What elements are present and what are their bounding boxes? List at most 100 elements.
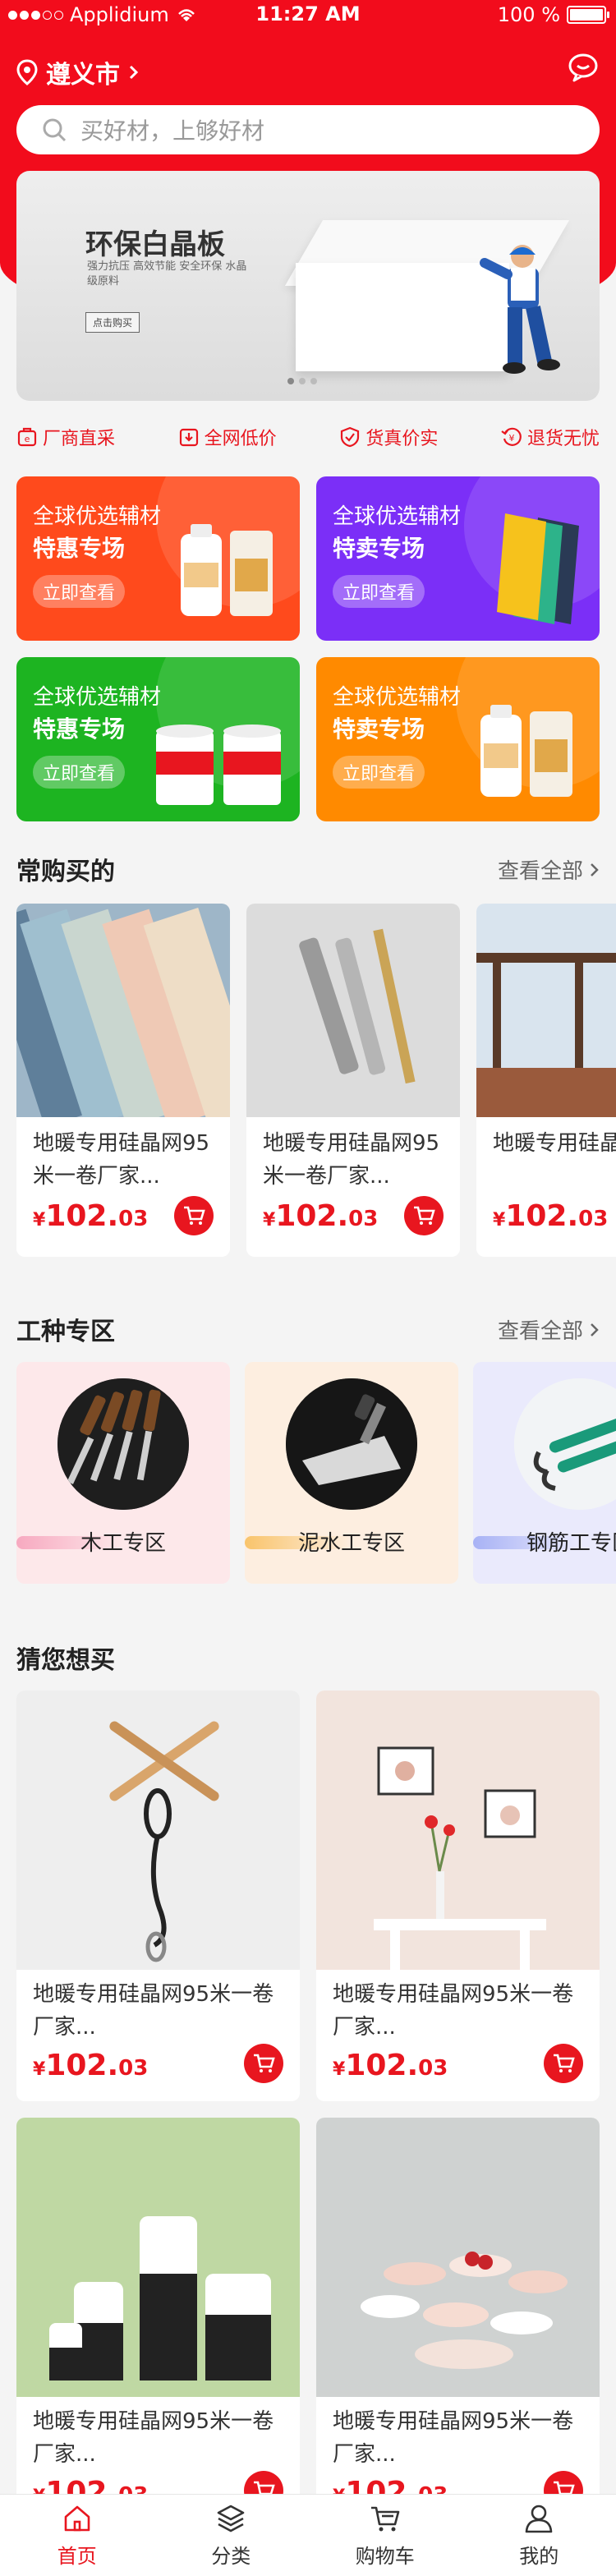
trade-label: 木工专区 xyxy=(80,1531,166,1556)
product-buckets-image xyxy=(156,724,281,805)
svg-text:¥: ¥ xyxy=(508,433,514,444)
product-bottle-image xyxy=(181,524,273,616)
feature-label: 全网低价 xyxy=(204,429,277,449)
product-price: ¥102.03 xyxy=(33,1199,149,1233)
refund-icon: ¥ xyxy=(501,427,522,446)
section-title-trades: 工种专区 xyxy=(16,1318,115,1346)
promo-subtitle: 特惠专场 xyxy=(33,715,126,743)
cart-icon xyxy=(554,2054,575,2072)
message-icon[interactable] xyxy=(567,51,600,84)
product-image-anchors xyxy=(246,904,460,1117)
download-price-icon xyxy=(179,428,198,447)
product-name: 地暖专用硅晶网95米一卷厂家... xyxy=(33,1982,274,2040)
product-card[interactable]: 地暖专用硅晶网95米一卷厂家... ¥102.03 xyxy=(16,904,230,1257)
worker-illustration xyxy=(480,245,560,374)
promo-view-button[interactable]: 立即查看 xyxy=(333,575,425,608)
trade-card-mason[interactable]: 泥水工专区 xyxy=(245,1362,458,1584)
promo-title: 全球优选辅材 xyxy=(33,504,162,529)
tab-cart[interactable]: 购物车 xyxy=(308,2495,462,2576)
trade-card-rebar[interactable]: 钢筋工专区 xyxy=(473,1362,616,1584)
cart-icon xyxy=(184,1206,205,1225)
cart-icon xyxy=(254,2054,275,2072)
city-selector[interactable]: 遵义市 xyxy=(16,54,140,90)
tab-home[interactable]: 首页 xyxy=(0,2495,154,2576)
pagination-dot[interactable] xyxy=(287,378,294,384)
tab-categories[interactable]: 分类 xyxy=(154,2495,309,2576)
search-icon xyxy=(43,118,67,142)
promo-subtitle: 特卖专场 xyxy=(333,535,425,562)
search-bar[interactable]: 买好材，上够好材 xyxy=(16,105,600,154)
bottom-tab-bar: 首页 分类 购物车 我的 xyxy=(0,2494,616,2576)
banner-pagination[interactable] xyxy=(287,378,317,384)
promo-view-button[interactable]: 立即查看 xyxy=(33,756,126,789)
banner-buy-button[interactable]: 点击购买 xyxy=(85,312,140,333)
product-panels-image xyxy=(497,513,579,624)
promo-title: 全球优选辅材 xyxy=(333,685,462,710)
trowel-image xyxy=(286,1378,417,1510)
shield-check-icon xyxy=(341,426,360,448)
tab-label: 首页 xyxy=(57,2545,97,2568)
trade-label: 泥水工专区 xyxy=(297,1531,405,1556)
product-card[interactable]: 地暖专用硅晶网95米一卷厂家... ¥102.03 xyxy=(246,904,460,1257)
section-title-frequent: 常购买的 xyxy=(16,858,115,886)
product-card[interactable]: 地暖专用硅晶网95米一卷厂家... ¥102.03 xyxy=(316,2118,600,2528)
features-row: e 厂商直采 全网低价 货真价实 ¥ 退货无忧 xyxy=(16,424,600,450)
product-name: 地暖专用硅晶网95米一卷厂家... xyxy=(263,1131,440,1189)
feature-lowest-price: 全网低价 xyxy=(178,424,277,450)
location-pin-icon xyxy=(16,59,38,85)
view-all-trades[interactable]: 查看全部 xyxy=(498,1314,600,1345)
chevron-right-icon xyxy=(591,862,599,876)
promo-card-2[interactable]: 全球优选辅材 特卖专场 立即查看 xyxy=(316,476,600,641)
promo-subtitle: 特惠专场 xyxy=(33,535,126,562)
product-image-bowls xyxy=(316,2118,600,2397)
add-to-cart-button[interactable] xyxy=(544,2044,583,2083)
product-image-jars xyxy=(16,2118,300,2397)
product-name: 地暖专用硅晶网95米一卷厂家... xyxy=(333,1982,574,2040)
product-price: ¥102.03 xyxy=(263,1199,379,1233)
view-all-label: 查看全部 xyxy=(497,1319,583,1344)
promo-card-3[interactable]: 全球优选辅材 特惠专场 立即查看 xyxy=(16,657,300,821)
feature-factory-direct: e 厂商直采 xyxy=(16,424,115,450)
promo-card-4[interactable]: 全球优选辅材 特卖专场 立即查看 xyxy=(316,657,600,821)
promo-view-button[interactable]: 立即查看 xyxy=(33,575,126,608)
battery-percent: 100 % xyxy=(497,3,560,26)
promo-view-button[interactable]: 立即查看 xyxy=(333,756,425,789)
section-title-guess: 猜您想买 xyxy=(16,1646,115,1675)
tab-profile[interactable]: 我的 xyxy=(462,2495,616,2576)
battery-icon xyxy=(567,6,609,24)
city-name: 遵义市 xyxy=(46,61,120,90)
chevron-right-icon xyxy=(591,1322,599,1336)
tab-label: 我的 xyxy=(519,2545,559,2568)
view-all-label: 查看全部 xyxy=(497,859,583,884)
banner-title: 环保白晶板 xyxy=(85,228,225,261)
product-image-wallpaper xyxy=(16,904,230,1117)
product-name: 地暖专用硅晶网95米一卷厂家... xyxy=(33,1131,210,1189)
view-all-frequent[interactable]: 查看全部 xyxy=(498,854,600,885)
product-card[interactable]: 地暖专用硅晶网95米一卷厂家... ¥102.03 xyxy=(16,1690,300,2101)
trade-label: 钢筋工专区 xyxy=(526,1531,616,1556)
carpenter-tools-image xyxy=(57,1378,189,1510)
hero-banner[interactable]: 环保白晶板 强力抗压 高效节能 安全环保 水晶级原料 点击购买 xyxy=(16,171,600,401)
promo-card-1[interactable]: 全球优选辅材 特惠专场 立即查看 xyxy=(16,476,300,641)
add-to-cart-button[interactable] xyxy=(244,2044,283,2083)
trade-card-carpenter[interactable]: 木工专区 xyxy=(16,1362,230,1584)
product-name: 地暖专用硅晶网95米一卷厂家... xyxy=(33,2409,274,2467)
layers-icon xyxy=(217,2505,245,2532)
add-to-cart-button[interactable] xyxy=(404,1196,444,1235)
promo-subtitle: 特卖专场 xyxy=(333,715,425,743)
product-image-pergola xyxy=(476,904,616,1117)
feature-label: 厂商直采 xyxy=(43,429,116,449)
cart-icon xyxy=(414,1206,435,1225)
status-right: 100 % xyxy=(497,3,609,26)
add-to-cart-button[interactable] xyxy=(174,1196,214,1235)
product-card[interactable]: 地暖专用硅晶网95米一卷厂家... ¥102.03 xyxy=(476,904,616,1257)
chevron-right-icon xyxy=(129,65,139,80)
pagination-dot[interactable] xyxy=(299,378,306,384)
product-card[interactable]: 地暖专用硅晶网95米一卷厂家... ¥102.03 xyxy=(16,2118,300,2528)
pagination-dot[interactable] xyxy=(310,378,317,384)
product-card[interactable]: 地暖专用硅晶网95米一卷厂家... ¥102.03 xyxy=(316,1690,600,2101)
promo-title: 全球优选辅材 xyxy=(33,685,162,710)
feature-label: 货真价实 xyxy=(365,429,439,449)
banner-subtitle: 强力抗压 高效节能 安全环保 水晶级原料 xyxy=(87,260,247,288)
rebar-tool-image xyxy=(514,1378,616,1510)
